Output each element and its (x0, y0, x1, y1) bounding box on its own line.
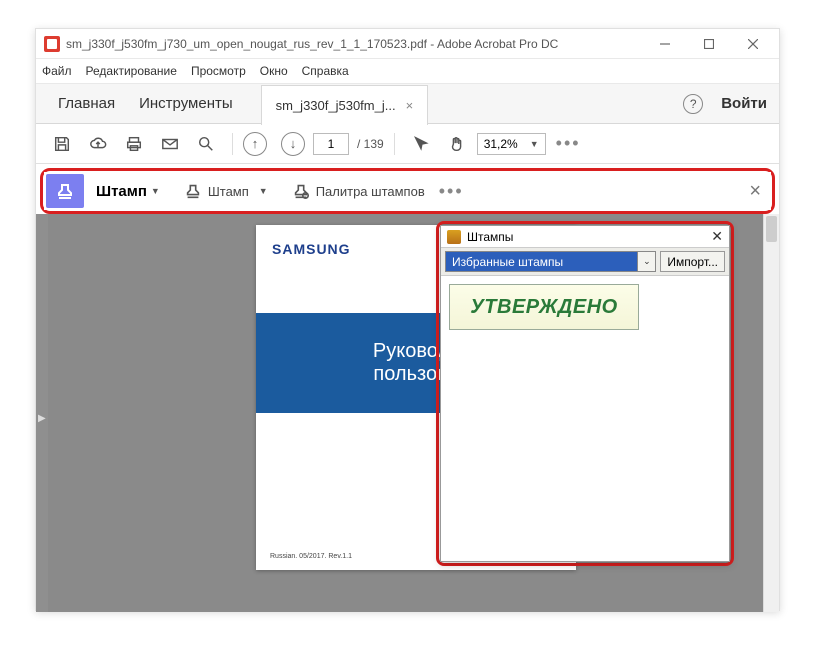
doc-footer: Russian. 05/2017. Rev.1.1 (270, 553, 352, 560)
chevron-down-icon: ⌄ (637, 252, 655, 271)
stamp-main-label: Штамп (96, 183, 147, 200)
stamp-more-icon[interactable]: ••• (439, 181, 464, 202)
stamp-item-label: УТВЕРЖДЕНО (470, 296, 617, 319)
stamps-panel-title: Штампы (467, 230, 711, 244)
stamp-main-dropdown[interactable]: Штамп ▼ (96, 183, 160, 200)
page-total: / 139 (357, 137, 384, 151)
menu-window[interactable]: Окно (260, 64, 288, 78)
scrollbar-thumb[interactable] (766, 216, 777, 242)
help-icon[interactable]: ? (683, 94, 703, 114)
stamps-list: УТВЕРЖДЕНО (441, 276, 729, 338)
window-title: sm_j330f_j530fm_j730_um_open_nougat_rus_… (66, 37, 643, 51)
print-icon[interactable] (118, 128, 150, 160)
tab-close-icon[interactable]: × (406, 98, 414, 113)
prev-page-button[interactable]: ↑ (243, 132, 267, 156)
pointer-icon[interactable] (405, 128, 437, 160)
separator (394, 133, 395, 155)
menu-view[interactable]: Просмотр (191, 64, 246, 78)
stamp-toolbar-close-icon[interactable]: × (749, 180, 761, 203)
window-controls (643, 30, 775, 58)
zoom-dropdown[interactable]: 31,2% ▼ (477, 133, 546, 155)
vertical-scrollbar[interactable] (763, 214, 779, 612)
minimize-button[interactable] (643, 30, 687, 58)
menubar: Файл Редактирование Просмотр Окно Справк… (36, 59, 779, 84)
app-icon (44, 36, 60, 52)
save-icon[interactable] (46, 128, 78, 160)
cloud-upload-icon[interactable] (82, 128, 114, 160)
stamps-panel-controls: Избранные штампы ⌄ Импорт... (441, 248, 729, 276)
stamp-toolbar-highlight: Штамп ▼ Штамп ▼ Палитра штампов ••• × (40, 168, 775, 214)
stamp-tool-icon[interactable] (46, 174, 84, 208)
titlebar: sm_j330f_j530fm_j730_um_open_nougat_rus_… (36, 29, 779, 59)
stamps-panel-highlight: Штампы ✕ Избранные штампы ⌄ Импорт... УТ… (436, 221, 734, 566)
stamps-panel: Штампы ✕ Избранные штампы ⌄ Импорт... УТ… (440, 225, 730, 562)
stamp-palette-button[interactable]: Палитра штампов (292, 182, 425, 200)
left-panel-toggle[interactable]: ▶ (36, 214, 48, 612)
chevron-right-icon: ▶ (38, 413, 46, 424)
mail-icon[interactable] (154, 128, 186, 160)
chevron-down-icon: ▼ (151, 186, 160, 196)
stamps-panel-titlebar[interactable]: Штампы ✕ (441, 226, 729, 248)
close-window-button[interactable] (731, 30, 775, 58)
stamp-toolbar: Штамп ▼ Штамп ▼ Палитра штампов ••• × (44, 172, 771, 210)
stamp-palette-label: Палитра штампов (316, 184, 425, 199)
chevron-down-icon: ▼ (530, 139, 539, 149)
stamps-category-value: Избранные штампы (452, 255, 563, 269)
next-page-button[interactable]: ↓ (281, 132, 305, 156)
login-button[interactable]: Войти (721, 95, 767, 112)
main-toolbar: ↑ ↓ / 139 31,2% ▼ ••• (36, 124, 779, 164)
hand-icon[interactable] (441, 128, 473, 160)
document-viewport[interactable]: ▶ SAMSUNG Руководс пользова Russian. 05/… (36, 214, 779, 612)
search-icon[interactable] (190, 128, 222, 160)
tab-document[interactable]: sm_j330f_j530fm_j... × (261, 85, 429, 125)
menu-edit[interactable]: Редактирование (86, 64, 177, 78)
tabbar: Главная Инструменты sm_j330f_j530fm_j...… (36, 84, 779, 124)
stamp-sub-label: Штамп (208, 184, 249, 199)
tab-tools[interactable]: Инструменты (127, 95, 245, 112)
chevron-down-icon: ▼ (259, 186, 268, 196)
zoom-value: 31,2% (484, 137, 518, 151)
stamp-dropdown[interactable]: Штамп ▼ (184, 182, 268, 200)
maximize-button[interactable] (687, 30, 731, 58)
tab-document-label: sm_j330f_j530fm_j... (276, 98, 396, 113)
stamps-category-select[interactable]: Избранные штампы ⌄ (445, 251, 656, 272)
stamps-panel-close-icon[interactable]: ✕ (711, 228, 723, 245)
app-window: sm_j330f_j530fm_j730_um_open_nougat_rus_… (35, 28, 780, 611)
import-button[interactable]: Импорт... (660, 251, 725, 272)
stamp-item-approved[interactable]: УТВЕРЖДЕНО (449, 284, 639, 330)
separator (232, 133, 233, 155)
tabbar-right: ? Войти (683, 94, 779, 114)
menu-help[interactable]: Справка (302, 64, 349, 78)
more-icon[interactable]: ••• (550, 133, 587, 154)
tab-home[interactable]: Главная (46, 95, 127, 112)
stamps-panel-icon (447, 230, 461, 244)
menu-file[interactable]: Файл (42, 64, 72, 78)
page-number-input[interactable] (313, 133, 349, 155)
